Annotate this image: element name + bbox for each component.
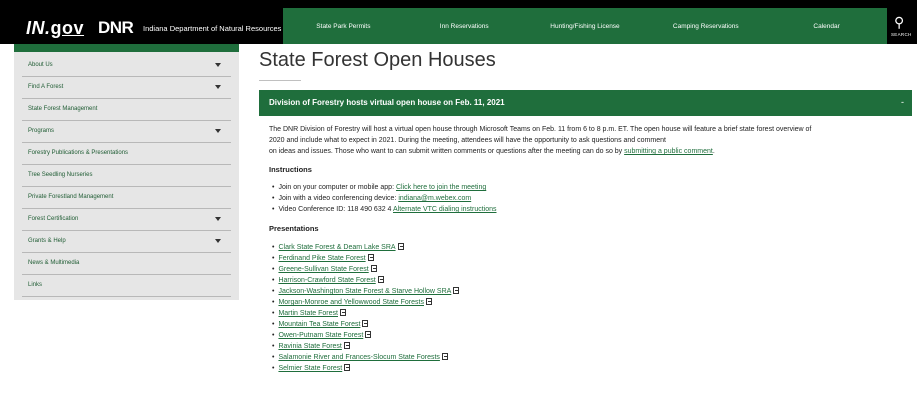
sidebar-item-grants-help[interactable]: Grants & Help	[22, 230, 231, 253]
chevron-down-icon[interactable]	[215, 239, 221, 243]
sidebar-item-programs[interactable]: Programs	[22, 120, 231, 143]
search-label: SEARCH	[891, 32, 912, 37]
list-item: • Clark State Forest & Deam Lake SRA	[269, 242, 909, 253]
sidebar-item-find-a-forest[interactable]: Find A Forest	[22, 76, 231, 99]
sidebar-top-band	[14, 44, 239, 52]
main-nav: State Park Permits Inn Reservations Hunt…	[283, 8, 887, 44]
public-comment-link[interactable]: submitting a public comment	[624, 148, 713, 155]
collapse-icon[interactable]: -	[901, 97, 904, 107]
search-icon: ⚲	[894, 14, 905, 30]
pdf-icon	[441, 353, 448, 360]
sidebar-item-links[interactable]: Links	[22, 274, 231, 297]
chevron-down-icon[interactable]	[215, 63, 221, 67]
list-item: • Martin State Forest	[269, 308, 909, 319]
sidebar-item-forest-certification[interactable]: Forest Certification	[22, 208, 231, 231]
presentation-link[interactable]: Mountain Tea State Forest	[278, 321, 360, 328]
agency-name[interactable]: Indiana Department of Natural Resources	[143, 24, 281, 33]
presentation-link[interactable]: Salamonie River and Frances-Slocum State…	[278, 354, 439, 361]
list-item: • Greene-Sullivan State Forest	[269, 264, 909, 275]
list-item: • Harrison-Crawford State Forest	[269, 275, 909, 286]
presentation-link[interactable]: Jackson-Washington State Forest & Starve…	[278, 288, 451, 295]
presentations-heading: Presentations	[269, 224, 319, 233]
presentation-link[interactable]: Selmier State Forest	[278, 365, 342, 372]
pdf-icon	[343, 342, 350, 349]
list-item: • Join on your computer or mobile app: Cl…	[272, 184, 487, 191]
presentation-link[interactable]: Morgan-Monroe and Yellowwood State Fores…	[278, 299, 424, 306]
pdf-icon	[397, 243, 404, 250]
presentation-link[interactable]: Ferdinand Pike State Forest	[278, 255, 365, 262]
pdf-icon	[344, 364, 351, 371]
instructions-heading: Instructions	[269, 165, 312, 174]
list-item: • Salamonie River and Frances-Slocum Stat…	[269, 352, 909, 363]
instructions-list: • Join on your computer or mobile app: Cl…	[269, 182, 909, 215]
pdf-icon	[339, 309, 346, 316]
list-item: • Ferdinand Pike State Forest	[269, 253, 909, 264]
nav-state-park-permits[interactable]: State Park Permits	[283, 23, 404, 30]
presentation-link[interactable]: Martin State Forest	[278, 310, 338, 317]
pdf-icon	[453, 287, 460, 294]
sidebar-item-private-forestland[interactable]: Private Forestland Management	[22, 186, 231, 209]
dnr-logo[interactable]: DNR	[98, 18, 134, 38]
page-title: State Forest Open Houses	[259, 49, 496, 71]
list-item: • Join with a video conferencing device: …	[272, 195, 472, 202]
title-divider	[259, 80, 301, 81]
presentation-link[interactable]: Ravinia State Forest	[278, 343, 341, 350]
pdf-icon	[365, 331, 372, 338]
list-item: • Owen-Putnam State Forest	[269, 330, 909, 341]
list-item: • Mountain Tea State Forest	[269, 319, 909, 330]
sidebar-item-news-multimedia[interactable]: News & Multimedia	[22, 252, 231, 275]
sidebar-item-publications[interactable]: Forestry Publications & Presentations	[22, 142, 231, 165]
webex-email-link[interactable]: indiana@m.webex.com	[398, 195, 471, 202]
pdf-icon	[362, 320, 369, 327]
nav-camping-reservations[interactable]: Camping Reservations	[645, 23, 766, 30]
pdf-icon	[425, 298, 432, 305]
accordion-title: Division of Forestry hosts virtual open …	[269, 98, 505, 107]
presentation-link[interactable]: Harrison-Crawford State Forest	[278, 277, 375, 284]
sidebar: About Us Find A Forest State Forest Mana…	[14, 44, 239, 300]
ingov-logo[interactable]: IN.gov	[26, 18, 84, 39]
sidebar-item-about-us[interactable]: About Us	[22, 54, 231, 77]
presentation-link[interactable]: Clark State Forest & Deam Lake SRA	[278, 244, 395, 251]
join-meeting-link[interactable]: Click here to join the meeting	[396, 184, 486, 191]
list-item: • Morgan-Monroe and Yellowwood State Fore…	[269, 297, 909, 308]
nav-calendar[interactable]: Calendar	[766, 23, 887, 30]
nav-hunting-fishing-license[interactable]: Hunting/Fishing License	[525, 23, 646, 30]
top-strip	[0, 0, 917, 8]
presentation-link[interactable]: Owen-Putnam State Forest	[278, 332, 363, 339]
pdf-icon	[367, 254, 374, 261]
chevron-down-icon[interactable]	[215, 129, 221, 133]
sidebar-item-state-forest-management[interactable]: State Forest Management	[22, 98, 231, 121]
list-item: • Jackson-Washington State Forest & Starv…	[269, 286, 909, 297]
list-item: • Ravinia State Forest	[269, 341, 909, 352]
pdf-icon	[370, 265, 377, 272]
chevron-down-icon[interactable]	[215, 85, 221, 89]
intro-paragraph: The DNR Division of Forestry will host a…	[269, 126, 812, 155]
pdf-icon	[377, 276, 384, 283]
search-button[interactable]: ⚲ SEARCH	[887, 8, 917, 44]
nav-inn-reservations[interactable]: Inn Reservations	[404, 23, 525, 30]
list-item: • Video Conference ID: 118 490 632 4 Alte…	[272, 206, 497, 213]
vtc-dialing-link[interactable]: Alternate VTC dialing instructions	[393, 206, 497, 213]
sidebar-item-nurseries[interactable]: Tree Seedling Nurseries	[22, 164, 231, 187]
accordion-header[interactable]: Division of Forestry hosts virtual open …	[259, 90, 912, 116]
presentation-link[interactable]: Greene-Sullivan State Forest	[278, 266, 368, 273]
chevron-down-icon[interactable]	[215, 217, 221, 221]
list-item: • Selmier State Forest	[269, 363, 909, 374]
accordion-content: The DNR Division of Forestry will host a…	[269, 124, 909, 374]
presentations-list: • Clark State Forest & Deam Lake SRA • Fer…	[269, 242, 909, 374]
